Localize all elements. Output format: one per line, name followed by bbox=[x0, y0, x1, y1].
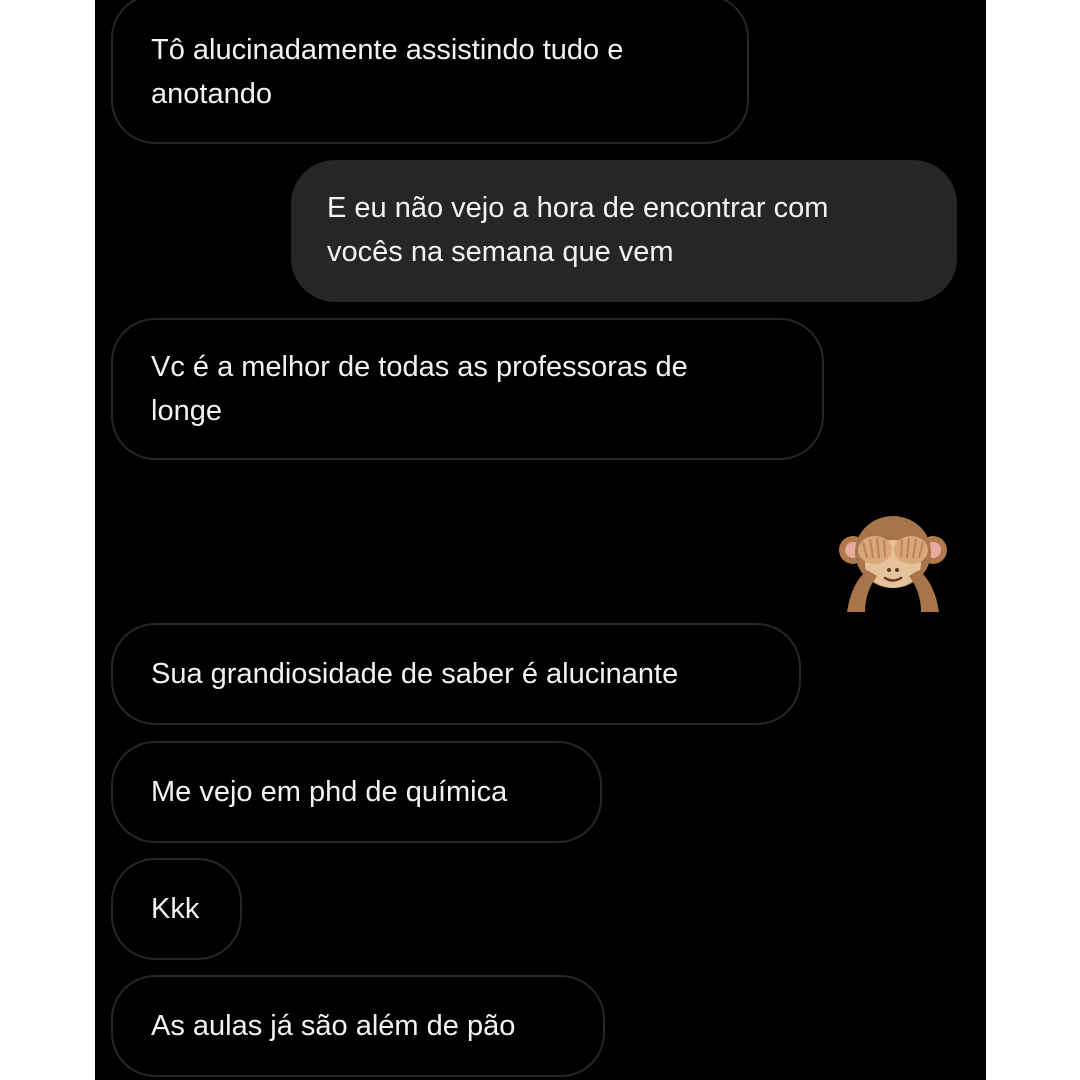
message-received[interactable]: Tô alucinadamente assistindo tudo e anot… bbox=[111, 0, 749, 144]
message-received[interactable]: Me vejo em phd de química bbox=[111, 741, 602, 843]
screenshot-frame: Tô alucinadamente assistindo tudo e anot… bbox=[0, 0, 1080, 1080]
message-sent[interactable]: E eu não vejo a hora de encontrar com vo… bbox=[291, 160, 957, 302]
message-received[interactable]: As aulas já são além de pão bbox=[111, 975, 605, 1077]
see-no-evil-monkey-icon-graphic bbox=[839, 516, 947, 612]
chat-thread[interactable]: Tô alucinadamente assistindo tudo e anot… bbox=[95, 0, 986, 1080]
message-received[interactable]: Vc é a melhor de todas as professoras de… bbox=[111, 318, 824, 460]
message-received[interactable]: Sua grandiosidade de saber é alucinante bbox=[111, 623, 801, 725]
see-no-evil-monkey-icon[interactable] bbox=[837, 512, 949, 612]
message-received[interactable]: Kkk bbox=[111, 858, 242, 960]
